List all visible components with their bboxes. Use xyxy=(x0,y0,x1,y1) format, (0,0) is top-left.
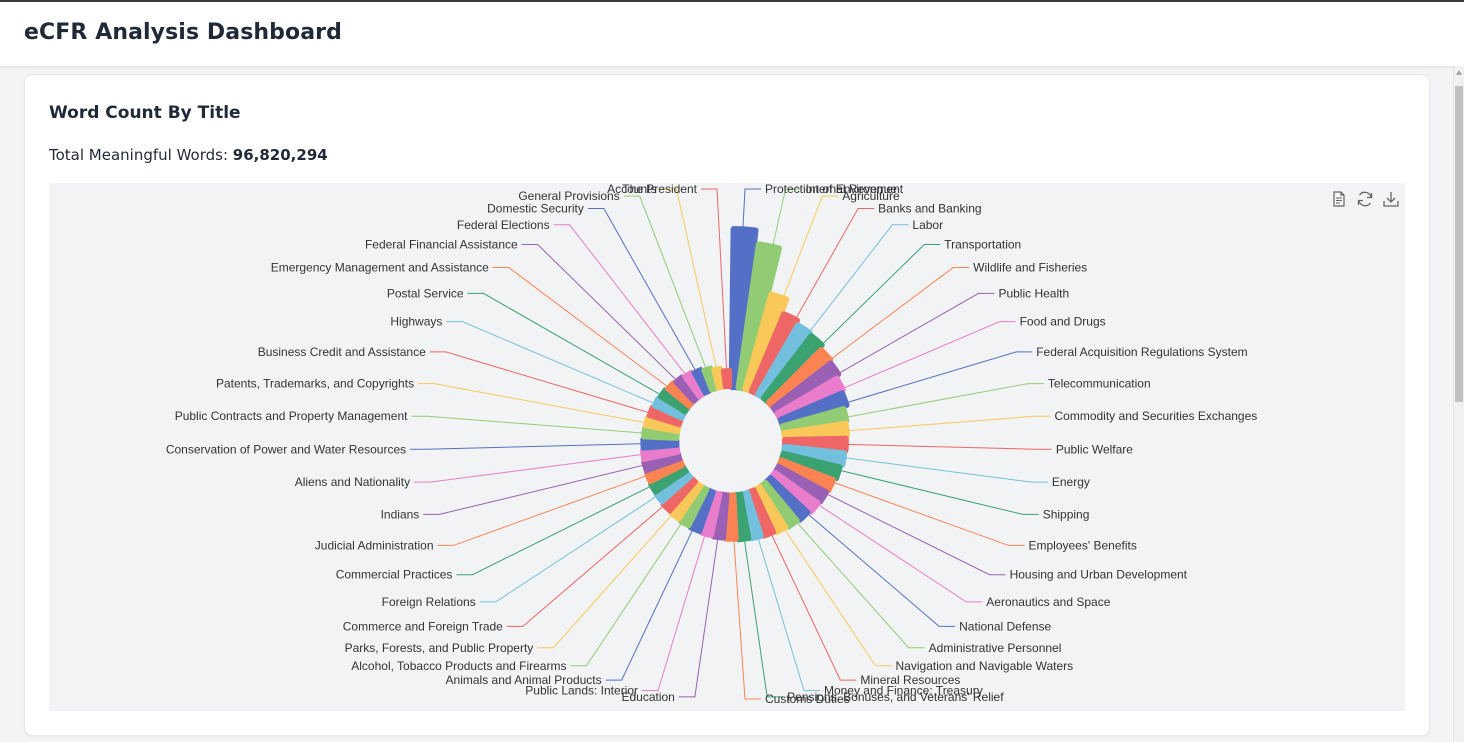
label-texts: Protection of EnvironmentInternal Revenu… xyxy=(166,183,1257,706)
category-label: Transportation xyxy=(944,238,1021,252)
category-label: Parks, Forests, and Public Property xyxy=(345,641,534,655)
label-line xyxy=(411,415,674,436)
label-line xyxy=(456,470,682,576)
total-words: Total Meaningful Words: 96,820,294 xyxy=(49,146,328,164)
label-line xyxy=(553,224,700,393)
label-line xyxy=(701,188,728,384)
label-line xyxy=(446,321,680,415)
category-label: Employees' Benefits xyxy=(1028,538,1136,552)
label-line xyxy=(418,383,675,429)
category-label: Postal Service xyxy=(387,286,464,300)
category-label: Administrative Personnel xyxy=(929,641,1062,655)
chart-area: Protection of Environment Internal Revenu… xyxy=(49,183,1405,711)
category-label: Highways xyxy=(390,315,442,329)
word-count-card: Word Count By Title Total Meaningful Wor… xyxy=(24,74,1430,736)
category-label: Domestic Security xyxy=(487,202,584,216)
category-label: Telecommunication xyxy=(1048,377,1151,391)
category-label: Aeronautics and Space xyxy=(986,595,1110,609)
category-label: The President xyxy=(622,183,697,196)
category-label: Federal Elections xyxy=(457,218,550,232)
category-label: Shipping xyxy=(1043,507,1090,521)
label-line xyxy=(429,351,677,422)
category-label: Business Credit and Assistance xyxy=(258,345,426,359)
data-view-icon[interactable] xyxy=(1329,189,1349,209)
category-label: Public Welfare xyxy=(1056,442,1133,456)
category-label: Banks and Banking xyxy=(878,202,981,216)
category-label: Federal Financial Assistance xyxy=(365,238,518,252)
category-label: Navigation and Navigable Waters xyxy=(896,659,1074,673)
category-label: Aliens and Nationality xyxy=(295,475,410,489)
label-line xyxy=(414,449,674,483)
category-label: Commodity and Securities Exchanges xyxy=(1055,409,1258,423)
category-label: Federal Acquisition Regulations System xyxy=(1036,345,1247,359)
category-label: Customs Duties xyxy=(765,692,850,706)
category-label: Public Health xyxy=(998,286,1069,300)
category-label: Public Contracts and Property Management xyxy=(175,409,408,423)
category-label: Housing and Urban Development xyxy=(1010,568,1188,582)
category-label: Conservation of Power and Water Resource… xyxy=(166,442,406,456)
app-header: eCFR Analysis Dashboard xyxy=(0,2,1464,67)
label-line xyxy=(423,457,676,515)
card-title: Word Count By Title xyxy=(49,103,241,123)
save-image-icon[interactable] xyxy=(1381,189,1401,209)
scroll-thumb[interactable] xyxy=(1455,86,1463,402)
category-label: Indians xyxy=(381,507,420,521)
category-label: Commercial Practices xyxy=(336,568,453,582)
rose-petal[interactable] xyxy=(720,368,733,390)
chart-toolbox xyxy=(1329,189,1401,209)
page-scrollbar[interactable] xyxy=(1453,66,1464,742)
rose-chart: Protection of EnvironmentInternal Revenu… xyxy=(166,183,1257,706)
restore-icon[interactable] xyxy=(1355,189,1375,209)
category-label: Foreign Relations xyxy=(382,595,476,609)
category-label: Food and Drugs xyxy=(1020,315,1106,329)
label-line xyxy=(660,188,721,385)
category-label: Emergency Management and Assistance xyxy=(271,261,489,275)
category-label: Commerce and Foreign Trade xyxy=(343,619,503,633)
category-label: Energy xyxy=(1052,475,1090,489)
total-words-label: Total Meaningful Words: xyxy=(49,146,229,164)
label-line xyxy=(492,267,689,403)
category-label: Wildlife and Fisheries xyxy=(973,261,1087,275)
category-label: General Provisions xyxy=(518,189,619,203)
total-words-value: 96,820,294 xyxy=(232,146,328,164)
rose-petals xyxy=(639,226,850,543)
category-label: Patents, Trademarks, and Copyrights xyxy=(216,377,414,391)
category-label: Animals and Animal Products xyxy=(446,673,602,687)
category-label: Alcohol, Tobacco Products and Firearms xyxy=(351,659,566,673)
label-line xyxy=(410,442,674,450)
category-label: National Defense xyxy=(959,619,1051,633)
category-label: Judicial Administration xyxy=(315,538,434,552)
label-line xyxy=(587,208,707,389)
category-label: Labor xyxy=(912,218,943,232)
app-title: eCFR Analysis Dashboard xyxy=(24,20,342,45)
scroll-up-arrow[interactable] xyxy=(1456,70,1462,75)
